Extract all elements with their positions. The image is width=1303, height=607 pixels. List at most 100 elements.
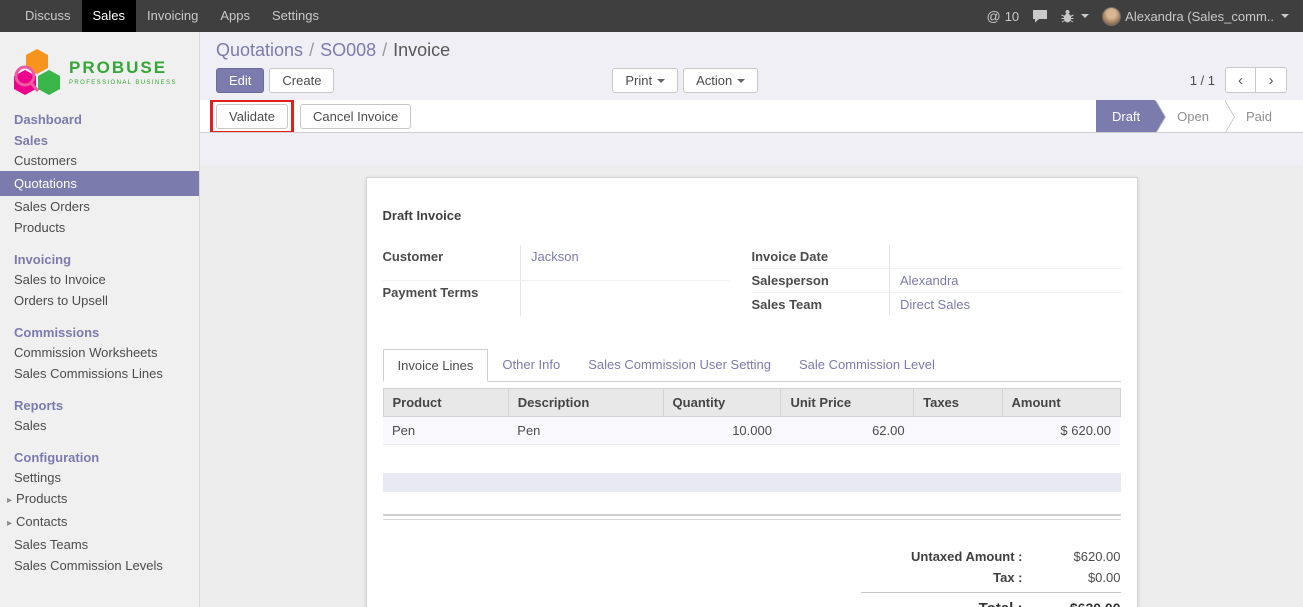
mentions-counter[interactable]: @ 10 [986,8,1019,24]
sidebar-item-sales-orders[interactable]: Sales Orders [0,196,199,217]
total-value: $620.00 [1049,600,1121,607]
expand-arrow-icon[interactable]: ▸ [7,518,12,529]
app-menus: Discuss Sales Invoicing Apps Settings [0,0,330,32]
sidebar-item-customers[interactable]: Customers [0,150,199,171]
sidebar-heading-dashboard[interactable]: Dashboard [0,110,199,129]
form-view-container: Draft Invoice Customer Jackson Payment T… [200,165,1303,607]
edit-button[interactable]: Edit [216,68,264,93]
untaxed-amount-value: $620.00 [1049,549,1121,564]
main-area: Quotations/SO008/Invoice Edit Create Pri… [200,32,1303,607]
invoice-sheet: Draft Invoice Customer Jackson Payment T… [366,177,1138,607]
invoice-date-label: Invoice Date [752,245,890,269]
breadcrumb: Quotations/SO008/Invoice [216,40,1287,61]
avatar [1102,7,1121,26]
user-menu[interactable]: Alexandra (Sales_comm.. [1102,7,1289,26]
cell-amount[interactable]: $ 620.00 [1002,417,1120,445]
status-widget: Draft Open Paid [1096,100,1287,133]
sales-team-value[interactable]: Direct Sales [890,293,1121,317]
sidebar-heading-commissions[interactable]: Commissions [0,323,199,342]
topbar-menu-invoicing[interactable]: Invoicing [136,0,209,32]
cell-product[interactable]: Pen [383,417,508,445]
sidebar-heading-reports[interactable]: Reports [0,396,199,415]
tax-value: $0.00 [1049,570,1121,585]
invoice-line-row[interactable]: Pen Pen 10.000 62.00 $ 620.00 [383,417,1120,445]
debug-menu[interactable] [1061,9,1089,23]
salesperson-value[interactable]: Alexandra [890,269,1121,293]
at-icon: @ [986,8,1000,24]
sidebar-item-orders-to-upsell[interactable]: Orders to Upsell [0,290,199,311]
print-dropdown[interactable]: Print [612,68,678,93]
user-name: Alexandra (Sales_comm.. [1125,9,1274,24]
cell-taxes[interactable] [914,417,1002,445]
cell-description[interactable]: Pen [508,417,663,445]
column-amount[interactable]: Amount [1002,389,1120,417]
breadcrumb-separator: / [309,40,314,60]
total-label: Total : [861,600,1049,607]
messages-icon[interactable] [1032,9,1048,23]
column-product[interactable]: Product [383,389,508,417]
cell-unit-price[interactable]: 62.00 [781,417,914,445]
sidebar-item-sales-commissions-lines[interactable]: Sales Commissions Lines [0,363,199,384]
sidebar-item-label: Contacts [16,514,67,529]
topbar-menu-settings[interactable]: Settings [261,0,330,32]
topbar-menu-discuss[interactable]: Discuss [14,0,82,32]
sidebar-item-reports-sales[interactable]: Sales [0,415,199,436]
validate-button[interactable]: Validate [216,104,288,129]
tab-invoice-lines[interactable]: Invoice Lines [383,349,489,382]
topbar-menu-sales[interactable]: Sales [82,0,137,32]
sidebar-item-sales-teams[interactable]: Sales Teams [0,534,199,555]
column-unit-price[interactable]: Unit Price [781,389,914,417]
sidebar-heading-invoicing[interactable]: Invoicing [0,250,199,269]
pager-previous-button[interactable]: ‹ [1225,67,1256,93]
list-end-divider [383,514,1121,520]
sidebar-item-settings[interactable]: Settings [0,467,199,488]
column-taxes[interactable]: Taxes [914,389,1002,417]
probuse-logo-icon [10,48,62,96]
chevron-down-icon [737,79,745,83]
create-button[interactable]: Create [269,68,334,93]
breadcrumb-so008[interactable]: SO008 [320,40,376,60]
logo-subtitle: PROFESSIONAL BUSINESS [69,80,177,86]
untaxed-amount-label: Untaxed Amount : [861,549,1049,564]
pager: 1 / 1 ‹ › [1190,67,1287,93]
state-draft[interactable]: Draft [1096,100,1155,133]
expand-arrow-icon[interactable]: ▸ [7,495,12,506]
sidebar-heading-sales[interactable]: Sales [0,131,199,150]
tab-sale-commission-level[interactable]: Sale Commission Level [785,349,949,382]
sidebar-item-commission-worksheets[interactable]: Commission Worksheets [0,342,199,363]
tab-sales-commission-user-setting[interactable]: Sales Commission User Setting [574,349,785,382]
customer-value[interactable]: Jackson [521,245,730,281]
column-description[interactable]: Description [508,389,663,417]
invoice-totals: Untaxed Amount : $620.00 Tax : $0.00 Tot… [861,546,1121,607]
chevron-down-icon [1281,14,1289,18]
pager-value: 1 / 1 [1190,73,1215,88]
topbar-menu-apps[interactable]: Apps [209,0,261,32]
top-navbar: Discuss Sales Invoicing Apps Settings @ … [0,0,1303,32]
sidebar-item-config-products[interactable]: ▸ Products [0,488,199,511]
sidebar-item-quotations[interactable]: Quotations [0,171,199,196]
chevron-down-icon [1081,14,1089,18]
breadcrumb-current: Invoice [393,40,450,60]
cell-quantity[interactable]: 10.000 [663,417,781,445]
sidebar-heading-configuration[interactable]: Configuration [0,448,199,467]
sidebar-item-config-contacts[interactable]: ▸ Contacts [0,511,199,534]
breadcrumb-quotations[interactable]: Quotations [216,40,303,60]
salesperson-label: Salesperson [752,269,890,293]
chevron-down-icon [657,79,665,83]
pager-next-button[interactable]: › [1256,67,1287,93]
sidebar-item-products[interactable]: Products [0,217,199,238]
action-dropdown[interactable]: Action [683,68,758,93]
column-quantity[interactable]: Quantity [663,389,781,417]
sidebar-item-sales-commission-levels[interactable]: Sales Commission Levels [0,555,199,576]
control-panel: Edit Create Print Action 1 / 1 ‹ › [200,66,1303,100]
probuse-logo: PROBUSE PROFESSIONAL BUSINESS [0,32,199,110]
tab-other-info[interactable]: Other Info [488,349,574,382]
sales-team-label: Sales Team [752,293,890,317]
mentions-count: 10 [1005,9,1019,24]
payment-terms-label: Payment Terms [383,281,521,317]
action-label: Action [696,73,732,88]
sidebar-item-label: Products [16,491,67,506]
sidebar-item-sales-to-invoice[interactable]: Sales to Invoice [0,269,199,290]
sidebar: PROBUSE PROFESSIONAL BUSINESS Dashboard … [0,32,200,607]
cancel-invoice-button[interactable]: Cancel Invoice [300,104,411,129]
